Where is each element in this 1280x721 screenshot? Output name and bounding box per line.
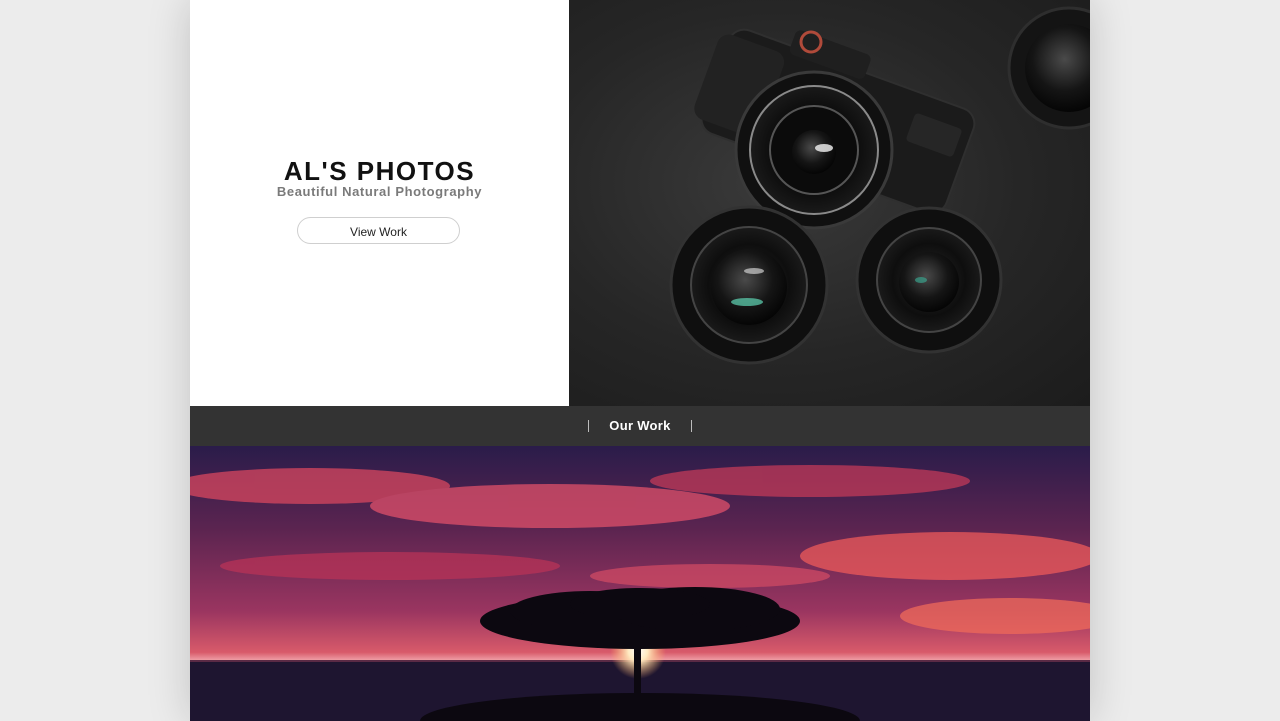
brand-title: AL'S PHOTOS xyxy=(283,156,476,186)
tree-sunset-image[interactable] xyxy=(190,446,1090,721)
sunset-illustration xyxy=(190,446,1090,721)
brand-subtitle: Beautiful Natural Photography xyxy=(276,184,483,199)
right-divider xyxy=(691,420,692,432)
hero-camera-image xyxy=(569,0,1090,406)
page-container: AL'S PHOTOS Beautiful Natural Photograph… xyxy=(190,0,1090,721)
view-work-button[interactable]: View Work xyxy=(297,217,460,244)
our-work-section-bar: Our Work xyxy=(190,406,1090,446)
hero-intro-panel: AL'S PHOTOS Beautiful Natural Photograph… xyxy=(190,0,569,406)
our-work-heading: Our Work xyxy=(609,418,671,433)
camera-illustration xyxy=(669,6,1090,365)
